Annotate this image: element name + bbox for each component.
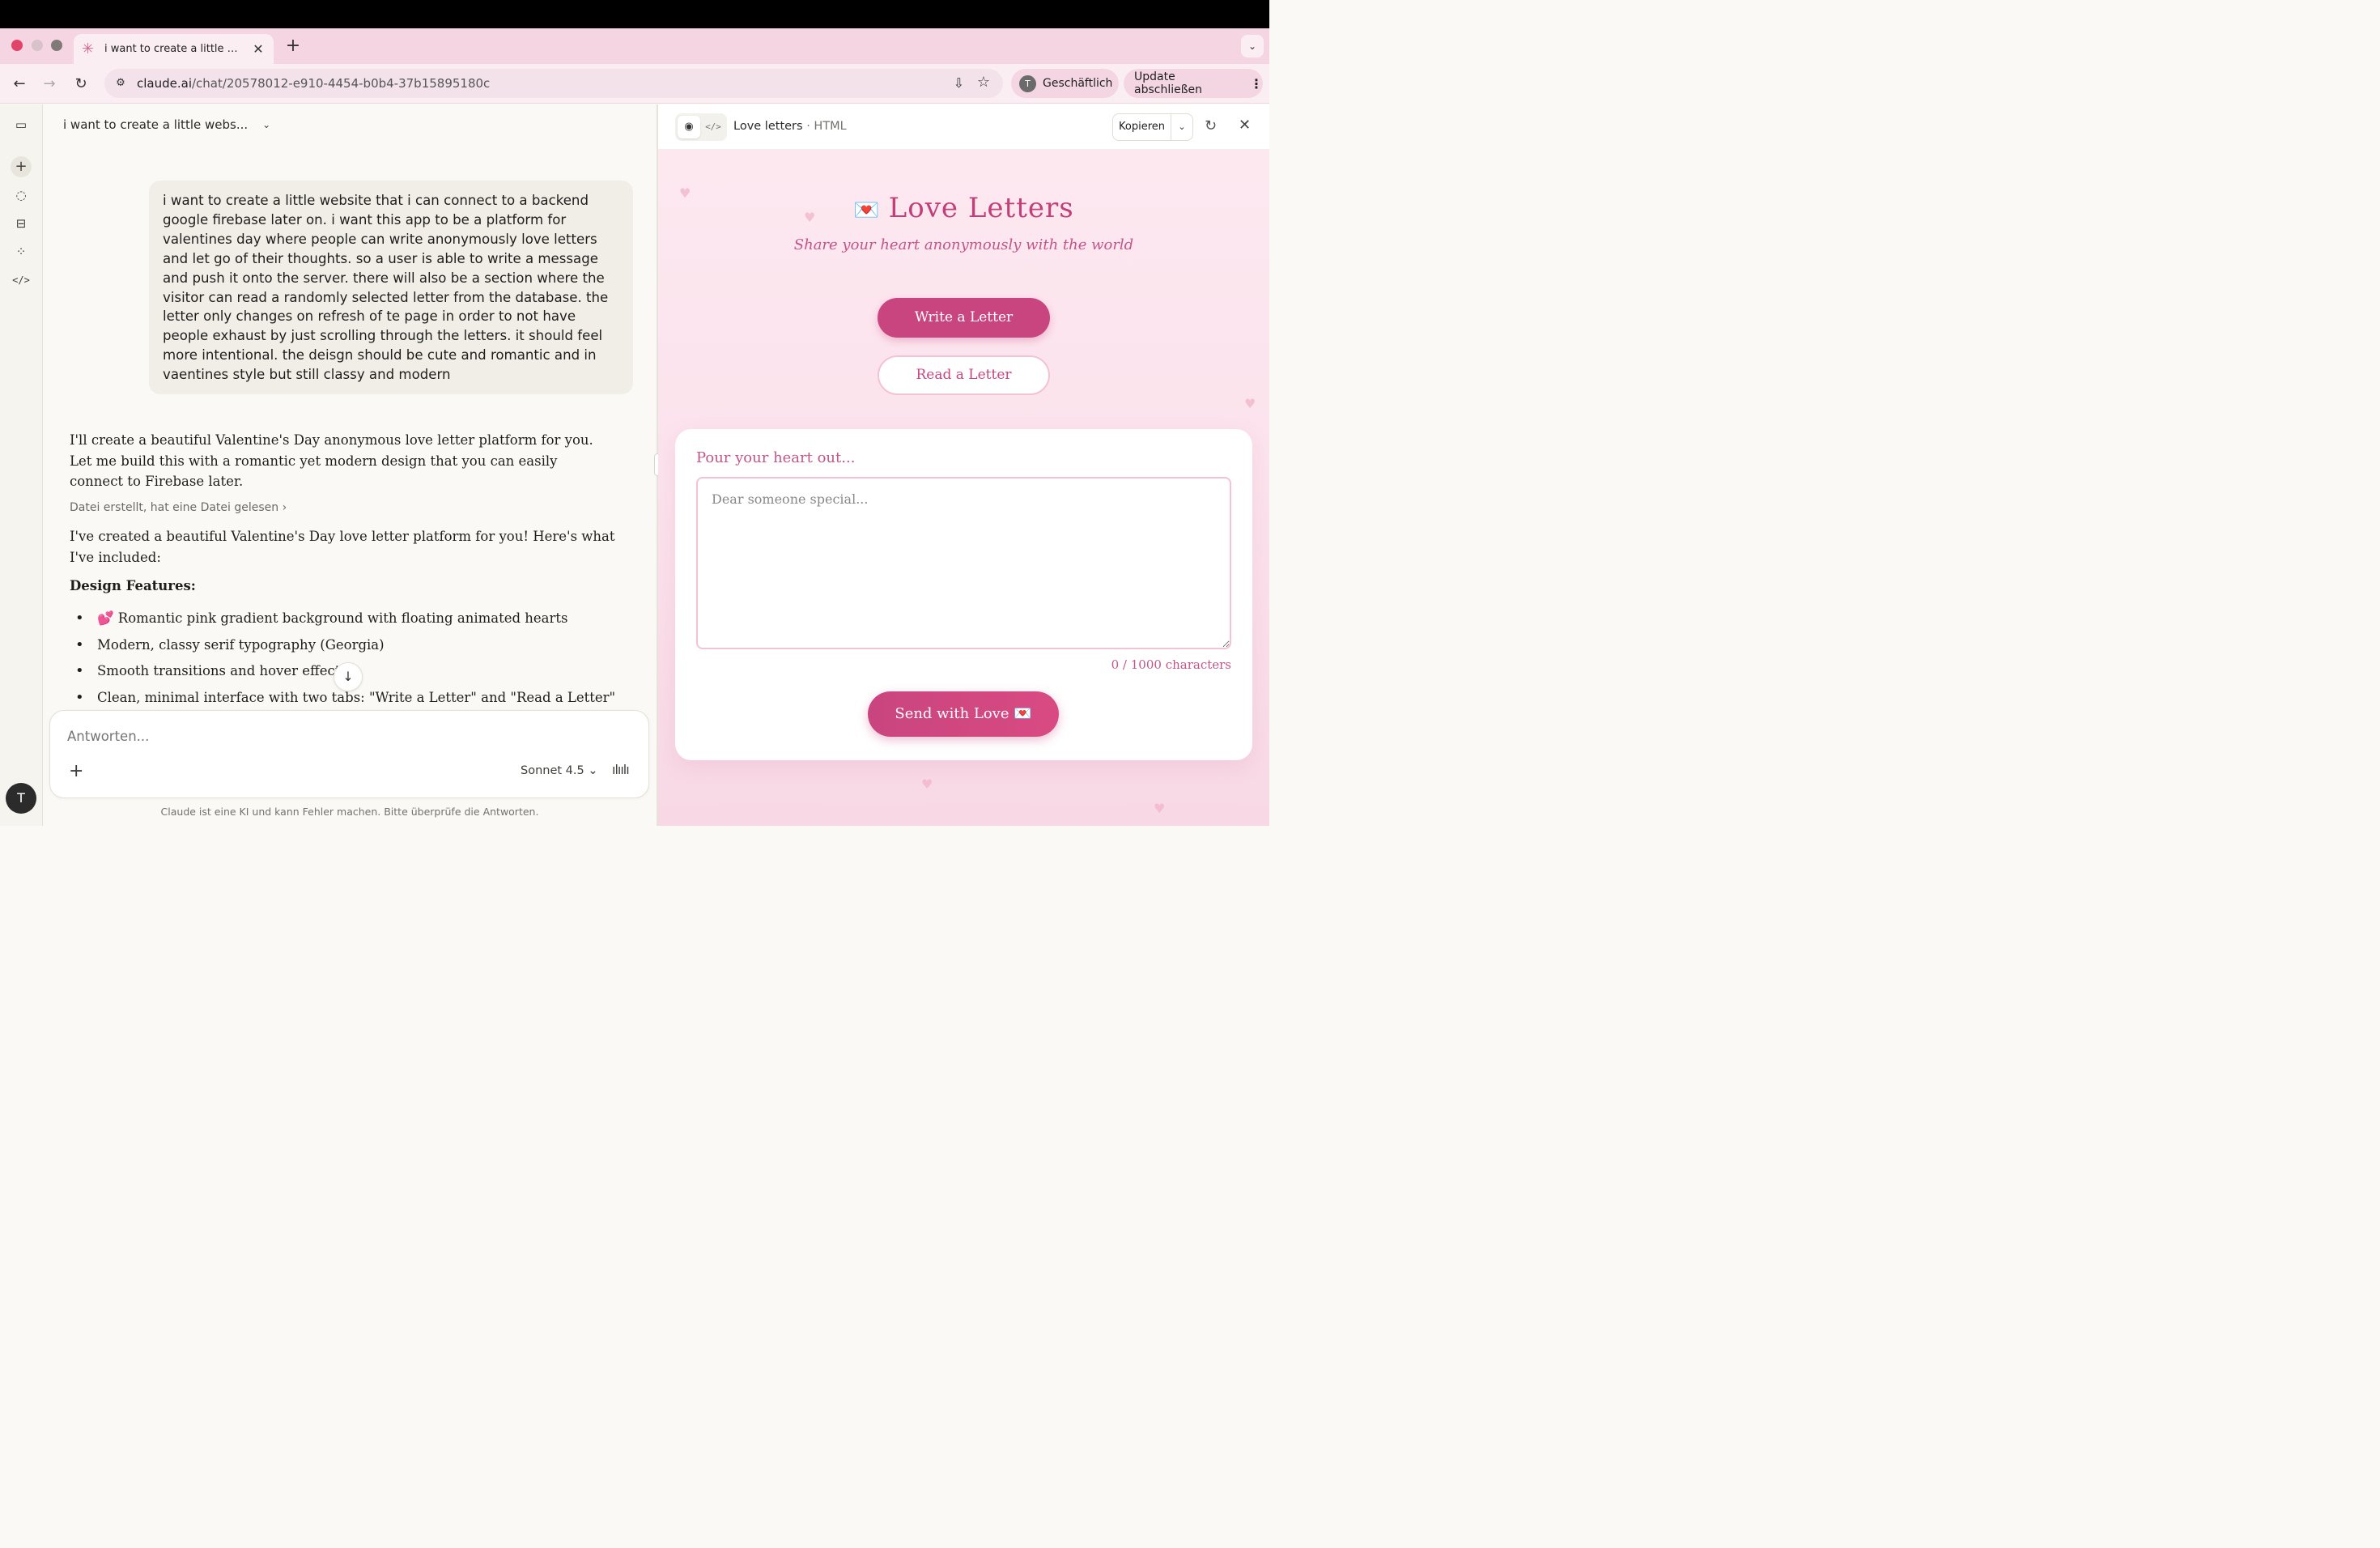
code-icon[interactable]: </>: [11, 270, 32, 291]
artifact-preview: ♥ ♥ ♥ ♥ ♥ 💌 Love Letters Share your heart…: [658, 150, 1269, 826]
tab-title: i want to create a little websi…: [104, 43, 246, 55]
tab-close-icon[interactable]: ✕: [251, 41, 266, 57]
url-path: /chat/20578012-e910-4454-b0b4-37b1589518…: [192, 76, 491, 91]
profile-avatar: T: [1019, 74, 1036, 92]
user-message: i want to create a little website that i…: [149, 181, 633, 394]
artifacts-icon[interactable]: ⁘: [11, 241, 32, 262]
design-features-heading: Design Features:: [70, 578, 196, 593]
close-icon[interactable]: ✕: [1239, 117, 1251, 134]
assistant-response-summary: I've created a beautiful Valentine's Day…: [70, 529, 615, 565]
chat-title-button[interactable]: i want to create a little webs... ⌄: [63, 117, 270, 132]
window-close-button[interactable]: [11, 40, 23, 51]
url-host: claude.ai: [137, 76, 192, 91]
view-toggle: ◉ </>: [675, 113, 727, 141]
browser-toolbar: ← → ↻ ⚙ claude.ai/chat/20578012-e910-445…: [0, 64, 1269, 104]
projects-icon[interactable]: ⊟: [11, 213, 32, 234]
reload-icon[interactable]: ↻: [70, 74, 91, 95]
floating-heart-icon: ♥: [1244, 396, 1256, 411]
chevron-right-icon: ›: [282, 501, 287, 514]
window-maximize-button[interactable]: [51, 40, 62, 51]
profile-button[interactable]: T Geschäftlich: [1011, 69, 1119, 98]
write-letter-button[interactable]: Write a Letter: [878, 298, 1050, 338]
chevron-down-icon[interactable]: ⌄: [1171, 114, 1192, 140]
app-title: 💌 Love Letters: [658, 192, 1269, 224]
list-item: 💕 Romantic pink gradient background with…: [75, 608, 626, 635]
scroll-to-bottom-arrow-icon[interactable]: ↓: [334, 662, 363, 691]
profile-label: Geschäftlich: [1043, 77, 1113, 90]
floating-heart-icon: ♥: [1154, 801, 1166, 816]
love-letter-envelope-icon: 💌: [853, 198, 881, 223]
install-app-icon[interactable]: ⇩: [954, 75, 964, 91]
app-subtitle: Share your heart anonymously with the wo…: [793, 236, 1134, 253]
artifact-type: · HTML: [806, 120, 847, 133]
site-settings-icon[interactable]: ⚙: [113, 75, 129, 91]
artifact-header: ◉ </> Love letters · HTML Kopieren ⌄ ↻ ✕: [658, 104, 1269, 150]
artifact-name: Love letters: [733, 120, 803, 133]
claude-favicon-icon: ✳: [82, 40, 95, 57]
add-attachment-plus-icon[interactable]: +: [69, 761, 83, 781]
new-chat-icon[interactable]: +: [11, 156, 32, 177]
window-minimize-button[interactable]: [32, 40, 43, 51]
forward-arrow-icon[interactable]: →: [39, 74, 60, 95]
tool-use-summary-label: Datei erstellt, hat eine Datei gelesen: [70, 501, 279, 514]
send-with-love-button[interactable]: Send with Love 💌: [868, 691, 1059, 737]
copy-button[interactable]: Kopieren: [1113, 114, 1171, 140]
app-title-text: Love Letters: [888, 192, 1074, 224]
write-letter-card: Pour your heart out... 0 / 1000 characte…: [675, 429, 1252, 760]
model-selector[interactable]: Sonnet 4.5 ⌄: [521, 764, 598, 777]
list-item: Modern, classy serif typography (Georgia…: [75, 635, 626, 661]
disclaimer-text: Claude ist eine KI und kann Fehler mache…: [160, 806, 539, 818]
update-label: Update abschließen: [1134, 70, 1203, 96]
chats-icon[interactable]: ◌: [11, 185, 32, 206]
browser-tab-strip: ✳ i want to create a little websi… ✕ + ⌄: [0, 28, 1269, 64]
tool-use-summary[interactable]: Datei erstellt, hat eine Datei gelesen ›: [70, 501, 287, 514]
character-count: 0 / 1000 characters: [1111, 657, 1231, 672]
letter-textarea[interactable]: [696, 477, 1231, 649]
reply-input[interactable]: [67, 729, 553, 744]
copy-split-button: Kopieren ⌄: [1112, 113, 1193, 141]
floating-heart-icon: ♥: [921, 776, 933, 792]
sidebar-toggle-icon[interactable]: ▭: [11, 114, 32, 135]
system-top-bar: [0, 0, 1269, 28]
read-letter-button[interactable]: Read a Letter: [878, 355, 1050, 395]
address-bar[interactable]: ⚙ claude.ai/chat/20578012-e910-4454-b0b4…: [104, 69, 1003, 98]
browser-tab-active[interactable]: ✳ i want to create a little websi… ✕: [74, 34, 274, 64]
message-composer: + Sonnet 4.5 ⌄ ılıılı: [49, 710, 649, 798]
chat-pane: i want to create a little webs... ⌄ i wa…: [43, 104, 657, 826]
refresh-icon[interactable]: ↻: [1205, 117, 1217, 134]
back-arrow-icon[interactable]: ←: [9, 74, 30, 95]
tab-search-chevron-icon[interactable]: ⌄: [1241, 35, 1264, 57]
preview-eye-icon[interactable]: ◉: [678, 116, 700, 138]
artifact-title: Love letters · HTML: [733, 120, 847, 133]
chat-title: i want to create a little webs...: [63, 117, 249, 132]
chevron-down-icon: ⌄: [588, 764, 598, 777]
model-label: Sonnet 4.5: [521, 764, 584, 777]
design-features-list: 💕 Romantic pink gradient background with…: [75, 608, 626, 714]
more-menu-icon[interactable]: ⋮: [1250, 76, 1263, 91]
assistant-response-intro: I'll create a beautiful Valentine's Day …: [70, 432, 593, 489]
left-navigation-rail: ▭ + ◌ ⊟ ⁘ </> T: [0, 104, 43, 826]
chevron-down-icon: ⌄: [262, 119, 271, 130]
letter-prompt-label: Pour your heart out...: [696, 449, 856, 466]
code-view-icon[interactable]: </>: [702, 116, 725, 138]
user-avatar[interactable]: T: [6, 783, 36, 814]
bookmark-star-icon[interactable]: ☆: [977, 74, 990, 91]
voice-mode-icon[interactable]: ılıılı: [612, 762, 630, 777]
new-tab-button[interactable]: +: [283, 35, 303, 57]
update-button[interactable]: Update abschließen ⋮: [1124, 69, 1263, 98]
